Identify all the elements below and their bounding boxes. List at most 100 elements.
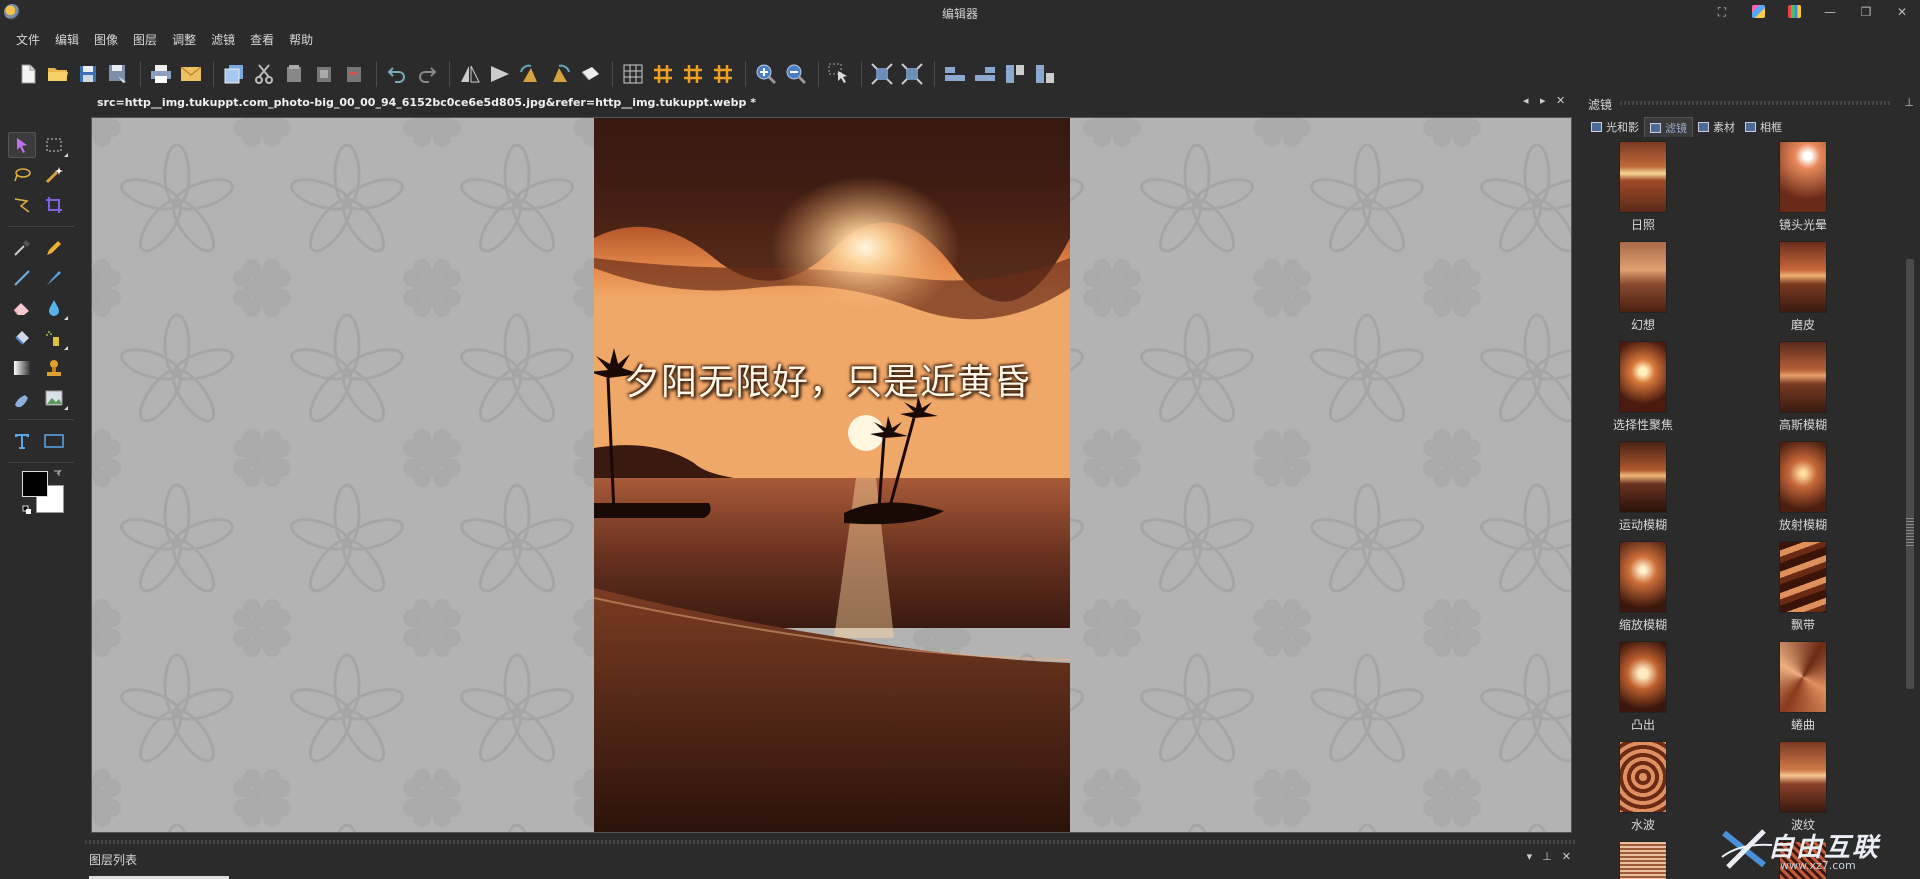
lasso-icon[interactable] [8, 162, 36, 188]
print-icon[interactable] [147, 60, 175, 88]
filter-item[interactable]: 凸出 [1588, 641, 1698, 733]
clear-icon[interactable] [340, 60, 368, 88]
undo-icon[interactable] [383, 60, 411, 88]
filter-item[interactable]: 运动模糊 [1588, 441, 1698, 533]
menu-help[interactable]: 帮助 [283, 28, 319, 50]
close-button[interactable]: ✕ [1884, 0, 1920, 24]
polygon-lasso-icon[interactable] [8, 192, 36, 218]
layers-dropdown-icon[interactable]: ▾ [1527, 850, 1533, 863]
fit-actual-icon[interactable] [898, 60, 926, 88]
menu-adjust[interactable]: 调整 [166, 28, 202, 50]
tab-next-button[interactable]: ▸ [1540, 94, 1546, 112]
filter-item[interactable]: 放射模糊 [1748, 441, 1858, 533]
filter-item[interactable]: 缩放模糊 [1588, 541, 1698, 633]
copy-icon[interactable] [280, 60, 308, 88]
tab-frames[interactable]: 相框 [1740, 117, 1787, 137]
image-icon[interactable] [40, 385, 68, 411]
menu-image[interactable]: 图像 [88, 28, 124, 50]
panel-grip[interactable] [1620, 101, 1890, 105]
line-icon[interactable] [8, 265, 36, 291]
eraser-icon[interactable] [8, 295, 36, 321]
rotate-free-icon[interactable] [576, 60, 604, 88]
crop-icon[interactable] [40, 192, 68, 218]
filter-item[interactable] [1588, 841, 1698, 879]
filter-scrollbar[interactable] [1904, 141, 1916, 879]
align-right-icon[interactable] [1001, 60, 1029, 88]
filter-item[interactable]: 飘带 [1748, 541, 1858, 633]
theme-button[interactable] [1776, 0, 1812, 24]
paste-icon[interactable] [310, 60, 338, 88]
tab-materials[interactable]: 素材 [1693, 117, 1740, 137]
spray-icon[interactable] [40, 325, 68, 351]
open-folder-icon[interactable] [44, 60, 72, 88]
filter-item[interactable]: 选择性聚焦 [1588, 341, 1698, 433]
rect-select-icon[interactable] [40, 132, 68, 158]
flip-vertical-icon[interactable] [486, 60, 514, 88]
gradient-icon[interactable] [8, 355, 36, 381]
flip-horizontal-icon[interactable] [456, 60, 484, 88]
panel-grip[interactable] [85, 840, 1575, 844]
tab-prev-button[interactable]: ◂ [1523, 94, 1529, 112]
grid-hash-icon[interactable] [649, 60, 677, 88]
panel-pin-icon[interactable]: ⊥ [1904, 96, 1914, 109]
select-arrow-icon[interactable] [8, 132, 36, 158]
save-as-icon[interactable] [104, 60, 132, 88]
fullscreen-button[interactable]: ⛶ [1704, 0, 1740, 24]
filter-item[interactable]: 高斯模糊 [1748, 341, 1858, 433]
redo-icon[interactable] [413, 60, 441, 88]
align-bottom-icon[interactable] [971, 60, 999, 88]
email-icon[interactable] [177, 60, 205, 88]
canvas-area[interactable]: 夕阳无限好，只是近黄昏 [91, 117, 1572, 833]
menu-file[interactable]: 文件 [10, 28, 46, 50]
filter-item[interactable]: 镜头光晕 [1748, 141, 1858, 233]
smudge-icon[interactable] [8, 385, 36, 411]
selection-pointer-icon[interactable] [825, 60, 853, 88]
grid-icon[interactable] [619, 60, 647, 88]
brush-icon[interactable] [40, 265, 68, 291]
magic-wand-icon[interactable] [40, 162, 68, 188]
fill-bucket-icon[interactable] [8, 325, 36, 351]
filter-item[interactable]: 蜷曲 [1748, 641, 1858, 733]
filter-item[interactable]: 波纹 [1748, 741, 1858, 833]
new-file-icon[interactable] [14, 60, 42, 88]
pencil-icon[interactable] [40, 235, 68, 261]
filter-item[interactable]: 磨皮 [1748, 241, 1858, 333]
align-top-icon[interactable] [1031, 60, 1059, 88]
menu-edit[interactable]: 编辑 [49, 28, 85, 50]
rectangle-icon[interactable] [40, 428, 68, 454]
swap-colors-icon[interactable] [52, 469, 62, 479]
zoom-in-icon[interactable] [752, 60, 780, 88]
reset-colors-icon[interactable] [22, 505, 32, 515]
minimize-button[interactable]: — [1812, 0, 1848, 24]
restore-button[interactable]: ❐ [1848, 0, 1884, 24]
document-tab[interactable]: src=http__img.tukuppt.com_photo-big_00_0… [91, 93, 762, 113]
rotate-right-icon[interactable] [546, 60, 574, 88]
grid-hash-2-icon[interactable] [679, 60, 707, 88]
grid-hash-3-icon[interactable] [709, 60, 737, 88]
scroll-thumb[interactable] [1906, 259, 1914, 689]
tab-filters[interactable]: 滤镜 [1644, 117, 1693, 137]
duplicate-icon[interactable] [220, 60, 248, 88]
cut-icon[interactable] [250, 60, 278, 88]
stamp-icon[interactable] [40, 355, 68, 381]
tab-close-button[interactable]: ✕ [1556, 94, 1565, 112]
save-icon[interactable] [74, 60, 102, 88]
rotate-left-icon[interactable] [516, 60, 544, 88]
layers-pin-icon[interactable]: ⊥ [1542, 850, 1552, 863]
align-left-icon[interactable] [941, 60, 969, 88]
color-picker-icon[interactable] [8, 235, 36, 261]
tab-light-shadow[interactable]: 光和影 [1586, 117, 1644, 137]
drop-icon[interactable] [40, 295, 68, 321]
menu-layer[interactable]: 图层 [127, 28, 163, 50]
skin-button[interactable] [1740, 0, 1776, 24]
filter-item[interactable]: 日照 [1588, 141, 1698, 233]
sunset-photo[interactable]: 夕阳无限好，只是近黄昏 [594, 118, 1070, 832]
menu-view[interactable]: 查看 [244, 28, 280, 50]
fit-icon[interactable] [868, 60, 896, 88]
filter-item[interactable]: 幻想 [1588, 241, 1698, 333]
foreground-color[interactable] [22, 471, 48, 497]
zoom-out-icon[interactable] [782, 60, 810, 88]
layers-close-icon[interactable]: ✕ [1562, 850, 1571, 863]
menu-filter[interactable]: 滤镜 [205, 28, 241, 50]
filter-item[interactable]: 水波 [1588, 741, 1698, 833]
